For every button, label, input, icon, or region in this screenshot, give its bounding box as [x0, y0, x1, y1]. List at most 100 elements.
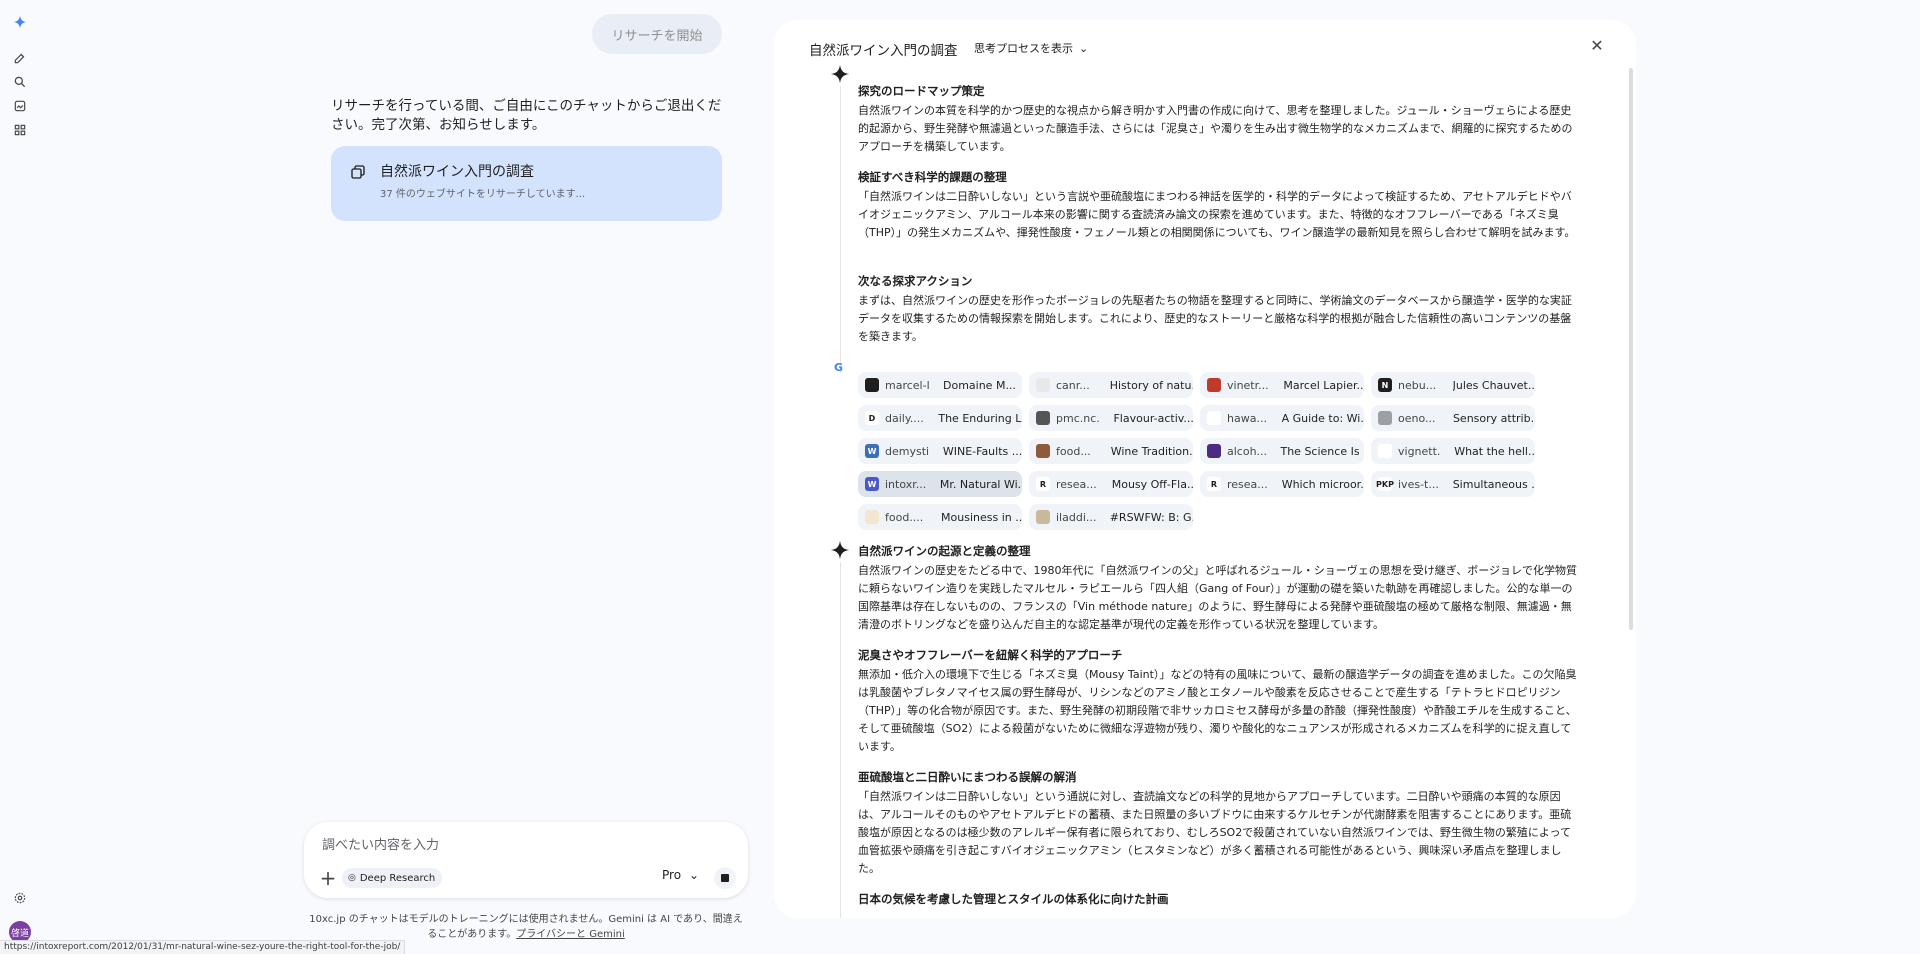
source-domain: food... — [1056, 444, 1091, 458]
favicon-icon — [1207, 378, 1221, 392]
left-rail: 啓道 — [0, 0, 40, 954]
source-domain: oeno... — [1398, 411, 1436, 425]
research-card-subtitle: 37 件のウェブサイトをリサーチしています... — [380, 189, 586, 200]
deep-research-icon: ◎ — [348, 873, 356, 883]
source-domain: iladdi... — [1056, 510, 1096, 524]
apps-icon[interactable] — [12, 122, 28, 138]
favicon-icon: D — [865, 411, 879, 425]
source-domain: resea... — [1227, 477, 1268, 491]
research-panel: 自然派ワイン入門の調査 思考プロセスを表示 ⌄ ✕ 探究のロードマップ策定 自然… — [774, 20, 1636, 918]
source-chip[interactable]: Nnebu... Jules Chauvet.... — [1371, 372, 1535, 398]
section-heading: 検証すべき科学的課題の整理 — [858, 170, 1007, 184]
close-panel-button[interactable]: ✕ — [1589, 36, 1605, 55]
source-chip[interactable]: iladdi... #RSWFW: B: G... — [1029, 504, 1193, 530]
gemini-spark-icon[interactable] — [12, 14, 28, 30]
thought-timeline — [840, 86, 841, 373]
source-title: History of natu... — [1109, 378, 1193, 392]
deep-research-chip[interactable]: ◎ Deep Research — [342, 868, 443, 888]
privacy-link[interactable]: プライバシーと Gemini — [516, 929, 625, 940]
research-copy-icon — [349, 163, 367, 181]
prompt-input[interactable]: 調べたい内容を入力 — [322, 834, 439, 853]
section-body: 「自然派ワインは二日酔いしない」という言説や亜硫酸塩にまつわる神話を医学的・科学… — [858, 190, 1576, 239]
thought-spark-icon — [830, 64, 850, 84]
source-chip[interactable]: Rresea... Which microor... — [1200, 471, 1364, 497]
stop-icon — [721, 874, 729, 882]
source-title: Domaine M... — [943, 378, 1016, 392]
source-title: Sensory attrib... — [1452, 411, 1535, 425]
thought-section: 検証すべき科学的課題の整理 「自然派ワインは二日酔いしない」という言説や亜硫酸塩… — [858, 168, 1578, 242]
source-domain: alcoh... — [1227, 444, 1267, 458]
source-domain: canr... — [1056, 378, 1090, 392]
favicon-icon — [1036, 378, 1050, 392]
source-chip[interactable]: alcoh... The Science Is ... — [1200, 438, 1364, 464]
source-title: Which microor... — [1281, 477, 1364, 491]
source-chip[interactable]: marcel-l... Domaine M... — [858, 372, 1022, 398]
disclaimer: 10xc.jp のチャットはモデルのトレーニングには使用されません。Gemini… — [306, 912, 746, 942]
favicon-icon — [865, 510, 879, 524]
search-icon[interactable] — [12, 74, 28, 90]
source-domain: demysti... — [885, 444, 929, 458]
section-body: まずは、自然派ワインの歴史を形作ったボージョレの先駆者たちの物語を整理すると同時… — [858, 294, 1572, 343]
source-chip[interactable]: Rresea... Mousy Off-Fla... — [1029, 471, 1193, 497]
favicon-icon: W — [865, 444, 879, 458]
section-heading: 泥臭さやオフフレーバーを紐解く科学的アプローチ — [858, 648, 1123, 662]
google-icon: G — [834, 361, 844, 374]
source-chip[interactable]: food.... Mousiness in ... — [858, 504, 1022, 530]
section-body: 自然派ワインの歴史をたどる中で、1980年代に「自然派ワインの父」と呼ばれるジュ… — [858, 564, 1578, 631]
source-title: Mousiness in ... — [941, 510, 1022, 524]
gallery-icon[interactable] — [12, 98, 28, 114]
new-chat-icon[interactable] — [12, 50, 28, 66]
panel-scrollbar[interactable] — [1629, 68, 1633, 630]
gear-icon[interactable] — [12, 890, 28, 906]
start-research-button[interactable]: リサーチを開始 — [592, 14, 722, 54]
favicon-icon: W — [865, 477, 879, 491]
favicon-icon — [1036, 411, 1050, 425]
show-thoughts-label: 思考プロセスを表示 — [974, 42, 1073, 55]
source-chip[interactable]: vignett... What the hell... — [1371, 438, 1535, 464]
thought-section: 次なる探求アクション まずは、自然派ワインの歴史を形作ったボージョレの先駆者たち… — [858, 272, 1578, 346]
show-thoughts-toggle[interactable]: 思考プロセスを表示 ⌄ — [974, 40, 1088, 56]
favicon-icon: PKP — [1376, 477, 1394, 491]
source-chip[interactable]: Wintoxr... Mr. Natural Wi... — [858, 471, 1022, 497]
chevron-down-icon: ⌄ — [689, 868, 700, 882]
section-heading: 亜硫酸塩と二日酔いにまつわる誤解の解消 — [858, 770, 1077, 784]
status-bar-url: https://intoxreport.com/2012/01/31/mr-na… — [0, 940, 406, 954]
source-domain: nebu... — [1398, 378, 1437, 392]
source-chip[interactable]: oeno... Sensory attrib... — [1371, 405, 1535, 431]
source-chip[interactable]: hawa... A Guide to: Wi... — [1200, 405, 1364, 431]
source-domain: pmc.nc... — [1056, 411, 1100, 425]
source-title: What the hell... — [1454, 444, 1535, 458]
favicon-icon — [1378, 444, 1392, 458]
model-label: Pro — [662, 868, 682, 882]
favicon-icon — [1036, 510, 1050, 524]
source-chip[interactable]: food... Wine Tradition... — [1029, 438, 1193, 464]
add-attachment-button[interactable]: + — [316, 866, 340, 890]
source-domain: ives-t... — [1398, 477, 1439, 491]
stop-button[interactable] — [714, 867, 736, 889]
thought-section: 亜硫酸塩と二日酔いにまつわる誤解の解消 「自然派ワインは二日酔いしない」という通… — [858, 768, 1578, 878]
prompt-composer: 調べたい内容を入力 + ◎ Deep Research Pro ⌄ — [304, 822, 748, 898]
source-chip[interactable]: Wdemysti... WINE-Faults ... — [858, 438, 1022, 464]
section-heading: 自然派ワインの起源と定義の整理 — [858, 544, 1031, 558]
source-chip[interactable]: vinetr... Marcel Lapier... — [1200, 372, 1364, 398]
section-body: 自然派ワインの本質を科学的かつ歴史的な視点から解き明かす入門書の作成に向けて、思… — [858, 104, 1573, 153]
model-selector[interactable]: Pro ⌄ — [662, 868, 699, 882]
source-chip[interactable]: pmc.nc... Flavour-activ... — [1029, 405, 1193, 431]
source-chip[interactable]: Ddaily.... The Enduring L... — [858, 405, 1022, 431]
source-chip[interactable]: canr... History of natu... — [1029, 372, 1193, 398]
source-title: Mousy Off-Fla... — [1111, 477, 1193, 491]
research-card[interactable]: 自然派ワイン入門の調査 37 件のウェブサイトをリサーチしています... — [331, 146, 722, 221]
section-heading: 探究のロードマップ策定 — [858, 84, 985, 98]
source-domain: intoxr... — [885, 477, 926, 491]
favicon-icon — [865, 378, 879, 392]
source-domain: daily.... — [885, 411, 924, 425]
thought-section: 探究のロードマップ策定 自然派ワインの本質を科学的かつ歴史的な視点から解き明かす… — [858, 82, 1578, 156]
source-domain: vignett... — [1398, 444, 1441, 458]
chevron-down-icon: ⌄ — [1079, 41, 1089, 55]
favicon-icon: R — [1207, 477, 1221, 491]
source-title: Simultaneous ... — [1452, 477, 1535, 491]
thought-spark-icon — [830, 540, 850, 560]
source-domain: marcel-l... — [885, 378, 929, 392]
source-title: Mr. Natural Wi... — [939, 477, 1022, 491]
source-chip[interactable]: PKP ives-t... Simultaneous ... — [1371, 471, 1535, 497]
